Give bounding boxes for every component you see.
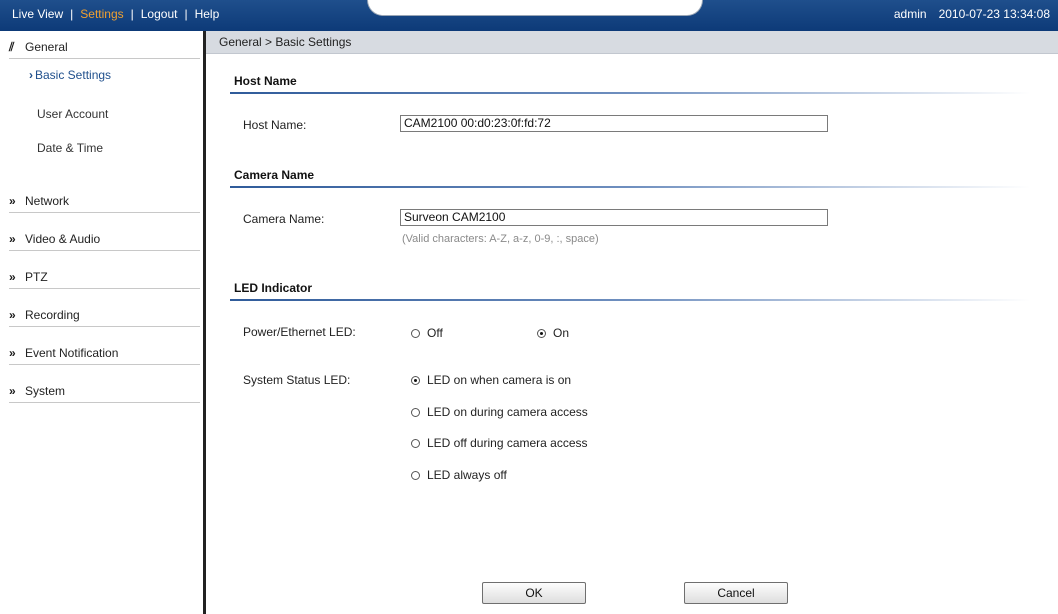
sidebar-section-system[interactable]: » System [9, 380, 200, 403]
sidebar-item-label: Basic Settings [35, 68, 112, 82]
camera-name-input[interactable]: Surveon CAM2100 [400, 209, 828, 226]
sidebar-section-label: Recording [25, 308, 80, 322]
ok-button[interactable]: OK [482, 582, 586, 604]
sidebar-section-label: PTZ [25, 270, 48, 284]
radio-button[interactable] [411, 328, 420, 338]
status-led-on-when-camera-on-radio[interactable]: LED on when camera is on [411, 373, 571, 387]
sidebar-section-label: Network [25, 194, 70, 208]
top-tab-decoration [367, 0, 703, 16]
double-chevron-down-icon: ⫽ [9, 39, 15, 54]
cancel-button[interactable]: Cancel [684, 582, 788, 604]
chevron-right-icon: › [29, 68, 33, 82]
nav-separator: | [130, 7, 134, 21]
status-led-on-during-access-radio[interactable]: LED on during camera access [411, 405, 588, 419]
camera-name-hint: (Valid characters: A-Z, a-z, 0-9, :, spa… [402, 233, 599, 245]
radio-label: LED always off [427, 468, 507, 482]
host-name-input[interactable]: CAM2100 00:d0:23:0f:fd:72 [400, 115, 828, 132]
sidebar-section-label: Event Notification [25, 346, 119, 360]
radio-button[interactable] [411, 470, 420, 480]
section-divider [230, 186, 1030, 188]
power-led-on-radio[interactable]: On [537, 326, 569, 340]
power-ethernet-led-label: Power/Ethernet LED: [243, 325, 356, 339]
user-info: admin 2010-07-23 13:34:08 [894, 7, 1050, 21]
nav-live-view[interactable]: Live View [12, 7, 63, 21]
double-chevron-right-icon: » [9, 346, 16, 360]
sidebar-section-event-notification[interactable]: » Event Notification [9, 342, 200, 365]
datetime: 2010-07-23 13:34:08 [938, 7, 1050, 21]
radio-label: LED on when camera is on [427, 373, 572, 387]
sidebar-section-network[interactable]: » Network [9, 190, 200, 213]
double-chevron-right-icon: » [9, 194, 16, 208]
section-title-host-name: Host Name [234, 74, 297, 88]
nav-help[interactable]: Help [195, 7, 220, 21]
radio-button[interactable] [411, 407, 420, 417]
double-chevron-right-icon: » [9, 384, 16, 398]
radio-button[interactable] [537, 328, 546, 338]
sidebar-section-label: Video & Audio [25, 232, 101, 246]
radio-button[interactable] [411, 438, 420, 448]
sidebar-item-basic-settings[interactable]: › Basic Settings [29, 68, 111, 82]
status-led-always-off-radio[interactable]: LED always off [411, 468, 507, 482]
double-chevron-right-icon: » [9, 308, 16, 322]
sidebar-item-user-account[interactable]: User Account [37, 107, 108, 121]
sidebar-section-general[interactable]: ⫽ General [9, 36, 200, 59]
system-status-led-label: System Status LED: [243, 373, 351, 387]
section-divider [230, 92, 1030, 94]
radio-label: Off [427, 326, 443, 340]
nav-logout[interactable]: Logout [141, 7, 178, 21]
sidebar-divider [203, 31, 206, 614]
sidebar-section-label: System [25, 384, 66, 398]
top-nav: Live View | Settings | Logout | Help [12, 7, 219, 21]
sidebar-section-video-audio[interactable]: » Video & Audio [9, 228, 200, 251]
double-chevron-right-icon: » [9, 270, 16, 284]
sidebar-section-recording[interactable]: » Recording [9, 304, 200, 327]
nav-separator: | [70, 7, 74, 21]
radio-label: On [553, 326, 570, 340]
section-title-led-indicator: LED Indicator [234, 281, 313, 295]
username: admin [893, 7, 927, 21]
breadcrumb-text: General > Basic Settings [219, 35, 352, 49]
section-title-camera-name: Camera Name [234, 168, 315, 182]
nav-separator: | [184, 7, 188, 21]
status-led-off-during-access-radio[interactable]: LED off during camera access [411, 436, 588, 450]
section-divider [230, 299, 1030, 301]
camera-name-label: Camera Name: [243, 212, 325, 226]
sidebar-section-label: General [25, 40, 68, 54]
sidebar-item-date-time[interactable]: Date & Time [37, 141, 103, 155]
radio-label: LED on during camera access [427, 405, 588, 419]
radio-label: LED off during camera access [427, 436, 588, 450]
host-name-label: Host Name: [243, 118, 307, 132]
breadcrumb: General > Basic Settings [206, 31, 1058, 54]
nav-settings[interactable]: Settings [80, 7, 123, 21]
double-chevron-right-icon: » [9, 232, 16, 246]
power-led-off-radio[interactable]: Off [411, 326, 443, 340]
sidebar-section-ptz[interactable]: » PTZ [9, 266, 200, 289]
radio-button[interactable] [411, 375, 420, 385]
